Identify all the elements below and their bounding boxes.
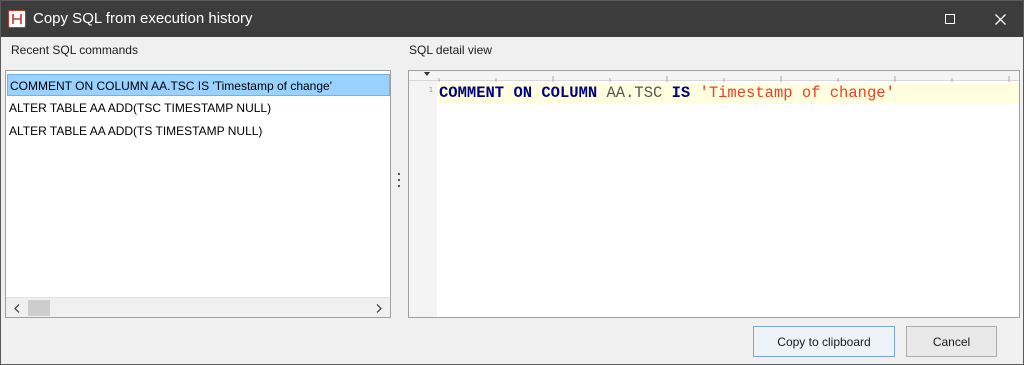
title-bar[interactable]: Copy SQL from execution history xyxy=(1,1,1023,37)
sql-string-literal: 'Timestamp of change' xyxy=(699,84,895,102)
maximize-button[interactable] xyxy=(927,1,973,37)
close-button[interactable] xyxy=(977,1,1023,37)
editor-ruler xyxy=(409,71,1019,82)
horizontal-scrollbar[interactable] xyxy=(6,297,390,317)
sql-keyword: IS xyxy=(671,84,691,102)
sql-code-line[interactable]: COMMENT ON COLUMN AA.TSC IS 'Timestamp o… xyxy=(439,83,895,104)
list-item[interactable]: COMMENT ON COLUMN AA.TSC IS 'Timestamp o… xyxy=(7,74,390,96)
maximize-icon xyxy=(945,14,955,24)
pane-splitter[interactable] xyxy=(395,173,403,187)
window-title: Copy SQL from execution history xyxy=(33,10,253,27)
line-number-gutter: 1 xyxy=(409,81,437,317)
sql-detail-editor[interactable]: 1 COMMENT ON COLUMN AA.TSC IS 'Timestamp… xyxy=(408,70,1020,318)
sql-keyword: ON xyxy=(513,84,533,102)
app-logo-icon xyxy=(8,10,26,28)
vertical-dots-icon xyxy=(398,173,400,175)
dialog-window: Copy SQL from execution history Recent S… xyxy=(0,0,1024,365)
list-item[interactable]: ALTER TABLE AA ADD(TS TIMESTAMP NULL) xyxy=(7,120,390,142)
recent-commands-list[interactable]: COMMENT ON COLUMN AA.TSC IS 'Timestamp o… xyxy=(5,70,391,318)
recent-commands-label: Recent SQL commands xyxy=(11,43,138,57)
scroll-left-button[interactable] xyxy=(8,298,26,317)
cancel-button[interactable]: Cancel xyxy=(906,326,997,357)
copy-to-clipboard-button[interactable]: Copy to clipboard xyxy=(753,326,895,357)
scroll-right-button[interactable] xyxy=(370,298,388,317)
chevron-right-icon xyxy=(376,303,382,313)
chevron-left-icon xyxy=(14,303,20,313)
sql-keyword: COLUMN xyxy=(541,84,598,102)
line-number: 1 xyxy=(428,86,433,94)
sql-identifier: AA.TSC xyxy=(606,84,663,102)
sql-keyword: COMMENT xyxy=(439,84,505,102)
list-item[interactable]: ALTER TABLE AA ADD(TSC TIMESTAMP NULL) xyxy=(7,97,390,119)
scrollbar-thumb[interactable] xyxy=(28,300,50,316)
detail-view-label: SQL detail view xyxy=(409,43,492,57)
close-icon xyxy=(994,13,1006,25)
